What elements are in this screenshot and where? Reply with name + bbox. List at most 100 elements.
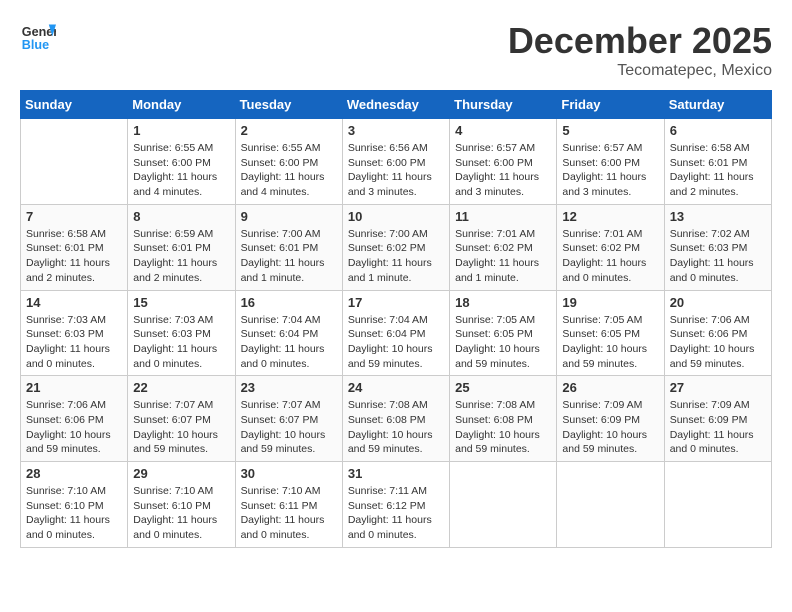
calendar-cell: 1Sunrise: 6:55 AMSunset: 6:00 PMDaylight…	[128, 119, 235, 205]
day-info: Sunrise: 7:08 AMSunset: 6:08 PMDaylight:…	[348, 398, 444, 457]
day-number: 3	[348, 123, 444, 138]
calendar-cell: 8 Sunrise: 6:59 AMSunset: 6:01 PMDaylight…	[128, 204, 235, 290]
day-info: Sunrise: 6:57 AMSunset: 6:00 PMDaylight:…	[562, 141, 658, 200]
day-info: Sunrise: 6:58 AMSunset: 6:01 PMDaylight:…	[670, 141, 766, 200]
calendar-cell: 30 Sunrise: 7:10 AMSunset: 6:11 PMDayligh…	[235, 462, 342, 548]
day-number: 19	[562, 295, 658, 310]
day-number: 17	[348, 295, 444, 310]
calendar-cell: 23Sunrise: 7:07 AMSunset: 6:07 PMDayligh…	[235, 376, 342, 462]
calendar-cell: 24 Sunrise: 7:08 AMSunset: 6:08 PMDayligh…	[342, 376, 449, 462]
day-info: Sunrise: 7:02 AMSunset: 6:03 PMDaylight:…	[670, 227, 766, 286]
calendar-cell: 22 Sunrise: 7:07 AMSunset: 6:07 PMDayligh…	[128, 376, 235, 462]
calendar-cell: 31Sunrise: 7:11 AMSunset: 6:12 PMDayligh…	[342, 462, 449, 548]
day-number: 13	[670, 209, 766, 224]
calendar-cell: 16 Sunrise: 7:04 AMSunset: 6:04 PMDayligh…	[235, 290, 342, 376]
day-number: 15	[133, 295, 229, 310]
day-number: 30	[241, 466, 337, 481]
day-number: 28	[26, 466, 122, 481]
day-info: Sunrise: 6:57 AMSunset: 6:00 PMDaylight:…	[455, 141, 551, 200]
calendar-cell: 14 Sunrise: 7:03 AMSunset: 6:03 PMDayligh…	[21, 290, 128, 376]
calendar-cell: 28 Sunrise: 7:10 AMSunset: 6:10 PMDayligh…	[21, 462, 128, 548]
day-info: Sunrise: 7:00 AMSunset: 6:02 PMDaylight:…	[348, 227, 444, 286]
day-number: 8	[133, 209, 229, 224]
calendar-week-3: 14 Sunrise: 7:03 AMSunset: 6:03 PMDayligh…	[21, 290, 772, 376]
calendar-cell: 7 Sunrise: 6:58 AMSunset: 6:01 PMDaylight…	[21, 204, 128, 290]
day-info: Sunrise: 7:07 AMSunset: 6:07 PMDaylight:…	[133, 398, 229, 457]
calendar-cell	[664, 462, 771, 548]
day-info: Sunrise: 7:05 AMSunset: 6:05 PMDaylight:…	[562, 313, 658, 372]
calendar-cell: 27Sunrise: 7:09 AMSunset: 6:09 PMDayligh…	[664, 376, 771, 462]
calendar-cell: 21Sunrise: 7:06 AMSunset: 6:06 PMDayligh…	[21, 376, 128, 462]
calendar-cell: 15 Sunrise: 7:03 AMSunset: 6:03 PMDayligh…	[128, 290, 235, 376]
calendar-cell: 12 Sunrise: 7:01 AMSunset: 6:02 PMDayligh…	[557, 204, 664, 290]
calendar-cell: 17 Sunrise: 7:04 AMSunset: 6:04 PMDayligh…	[342, 290, 449, 376]
day-info: Sunrise: 7:09 AMSunset: 6:09 PMDaylight:…	[670, 398, 766, 457]
calendar-cell: 25 Sunrise: 7:08 AMSunset: 6:08 PMDayligh…	[450, 376, 557, 462]
calendar-cell: 10 Sunrise: 7:00 AMSunset: 6:02 PMDayligh…	[342, 204, 449, 290]
day-number: 4	[455, 123, 551, 138]
day-info: Sunrise: 7:05 AMSunset: 6:05 PMDaylight:…	[455, 313, 551, 372]
calendar-cell	[450, 462, 557, 548]
day-number: 11	[455, 209, 551, 224]
day-info: Sunrise: 7:10 AMSunset: 6:11 PMDaylight:…	[241, 484, 337, 543]
day-number: 25	[455, 380, 551, 395]
calendar-cell	[557, 462, 664, 548]
day-number: 29	[133, 466, 229, 481]
day-info: Sunrise: 7:10 AMSunset: 6:10 PMDaylight:…	[26, 484, 122, 543]
day-number: 5	[562, 123, 658, 138]
day-info: Sunrise: 7:04 AMSunset: 6:04 PMDaylight:…	[241, 313, 337, 372]
calendar-cell: 19 Sunrise: 7:05 AMSunset: 6:05 PMDayligh…	[557, 290, 664, 376]
day-info: Sunrise: 6:55 AMSunset: 6:00 PMDaylight:…	[241, 141, 337, 200]
weekday-header-friday: Friday	[557, 91, 664, 119]
calendar-week-1: 1Sunrise: 6:55 AMSunset: 6:00 PMDaylight…	[21, 119, 772, 205]
calendar-cell: 4 Sunrise: 6:57 AMSunset: 6:00 PMDaylight…	[450, 119, 557, 205]
day-number: 18	[455, 295, 551, 310]
calendar-cell: 6Sunrise: 6:58 AMSunset: 6:01 PMDaylight…	[664, 119, 771, 205]
header: General Blue December 2025 Tecomatepec, …	[20, 20, 772, 80]
weekday-header-saturday: Saturday	[664, 91, 771, 119]
day-info: Sunrise: 7:04 AMSunset: 6:04 PMDaylight:…	[348, 313, 444, 372]
day-number: 16	[241, 295, 337, 310]
day-number: 24	[348, 380, 444, 395]
weekday-header-row: SundayMondayTuesdayWednesdayThursdayFrid…	[21, 91, 772, 119]
day-number: 31	[348, 466, 444, 481]
day-info: Sunrise: 7:09 AMSunset: 6:09 PMDaylight:…	[562, 398, 658, 457]
svg-text:Blue: Blue	[22, 38, 49, 52]
day-info: Sunrise: 7:03 AMSunset: 6:03 PMDaylight:…	[133, 313, 229, 372]
calendar-cell: 2 Sunrise: 6:55 AMSunset: 6:00 PMDaylight…	[235, 119, 342, 205]
day-info: Sunrise: 6:59 AMSunset: 6:01 PMDaylight:…	[133, 227, 229, 286]
calendar-table: SundayMondayTuesdayWednesdayThursdayFrid…	[20, 90, 772, 548]
day-info: Sunrise: 7:01 AMSunset: 6:02 PMDaylight:…	[562, 227, 658, 286]
weekday-header-thursday: Thursday	[450, 91, 557, 119]
day-number: 23	[241, 380, 337, 395]
weekday-header-wednesday: Wednesday	[342, 91, 449, 119]
day-number: 26	[562, 380, 658, 395]
location-title: Tecomatepec, Mexico	[508, 62, 772, 80]
day-info: Sunrise: 7:01 AMSunset: 6:02 PMDaylight:…	[455, 227, 551, 286]
day-number: 20	[670, 295, 766, 310]
day-number: 14	[26, 295, 122, 310]
day-number: 10	[348, 209, 444, 224]
day-number: 2	[241, 123, 337, 138]
calendar-week-5: 28 Sunrise: 7:10 AMSunset: 6:10 PMDayligh…	[21, 462, 772, 548]
calendar-cell: 3 Sunrise: 6:56 AMSunset: 6:00 PMDaylight…	[342, 119, 449, 205]
day-number: 7	[26, 209, 122, 224]
calendar-cell: 26 Sunrise: 7:09 AMSunset: 6:09 PMDayligh…	[557, 376, 664, 462]
calendar-cell: 9Sunrise: 7:00 AMSunset: 6:01 PMDaylight…	[235, 204, 342, 290]
calendar-cell: 5 Sunrise: 6:57 AMSunset: 6:00 PMDaylight…	[557, 119, 664, 205]
calendar-cell: 20 Sunrise: 7:06 AMSunset: 6:06 PMDayligh…	[664, 290, 771, 376]
calendar-cell: 13 Sunrise: 7:02 AMSunset: 6:03 PMDayligh…	[664, 204, 771, 290]
day-info: Sunrise: 7:06 AMSunset: 6:06 PMDaylight:…	[670, 313, 766, 372]
weekday-header-tuesday: Tuesday	[235, 91, 342, 119]
day-info: Sunrise: 7:06 AMSunset: 6:06 PMDaylight:…	[26, 398, 122, 457]
day-info: Sunrise: 6:58 AMSunset: 6:01 PMDaylight:…	[26, 227, 122, 286]
day-info: Sunrise: 7:08 AMSunset: 6:08 PMDaylight:…	[455, 398, 551, 457]
day-number: 12	[562, 209, 658, 224]
day-info: Sunrise: 7:10 AMSunset: 6:10 PMDaylight:…	[133, 484, 229, 543]
month-title: December 2025	[508, 20, 772, 62]
day-info: Sunrise: 6:56 AMSunset: 6:00 PMDaylight:…	[348, 141, 444, 200]
day-info: Sunrise: 7:00 AMSunset: 6:01 PMDaylight:…	[241, 227, 337, 286]
day-number: 22	[133, 380, 229, 395]
day-info: Sunrise: 7:03 AMSunset: 6:03 PMDaylight:…	[26, 313, 122, 372]
weekday-header-sunday: Sunday	[21, 91, 128, 119]
